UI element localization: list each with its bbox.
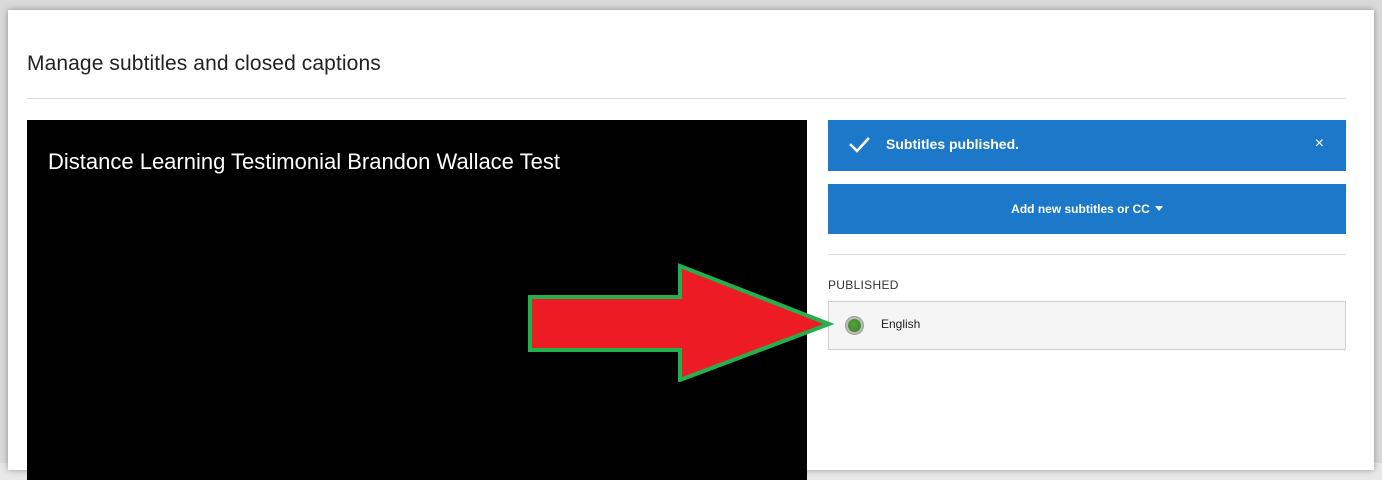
published-status-icon xyxy=(846,317,863,334)
language-label: English xyxy=(881,317,921,331)
video-player[interactable]: Distance Learning Testimonial Brandon Wa… xyxy=(27,120,807,480)
caret-down-icon xyxy=(1154,205,1163,211)
language-item-english[interactable]: English xyxy=(828,301,1346,350)
video-title: Distance Learning Testimonial Brandon Wa… xyxy=(48,149,560,174)
title-divider xyxy=(27,98,1346,99)
published-notice: Subtitles published. × xyxy=(828,120,1346,171)
page-title: Manage subtitles and closed captions xyxy=(27,52,381,75)
notice-text: Subtitles published. xyxy=(886,136,1020,152)
add-subtitles-label: Add new subtitles or CC xyxy=(1011,202,1150,216)
published-section-label: PUBLISHED xyxy=(828,278,899,292)
close-icon[interactable]: × xyxy=(1315,134,1324,154)
add-subtitles-button-content: Add new subtitles or CC xyxy=(1011,202,1163,216)
panel-divider xyxy=(828,254,1346,255)
subtitles-card: Manage subtitles and closed captions Dis… xyxy=(8,10,1374,480)
checkmark-icon xyxy=(849,137,870,153)
add-subtitles-button[interactable]: Add new subtitles or CC xyxy=(828,184,1346,234)
screenshot-frame: Manage subtitles and closed captions Dis… xyxy=(0,0,1382,480)
